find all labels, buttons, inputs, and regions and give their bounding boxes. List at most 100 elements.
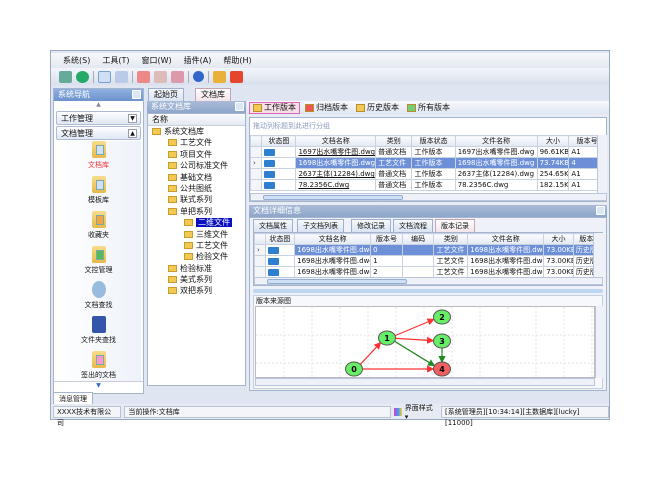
tree-item[interactable]: 基础文档 <box>148 172 245 183</box>
tree-item-label: 公共图纸 <box>180 183 212 193</box>
table-row[interactable]: 2637主体(12284).dwg 普通文档 工作版本 2637主体(12284).d… <box>250 168 597 180</box>
doc-red-icon[interactable] <box>137 70 150 83</box>
detail-tab[interactable]: 版本记录 <box>435 219 475 232</box>
work-version-button[interactable]: 工作版本 <box>249 101 300 114</box>
tree-item[interactable]: 美式系列 <box>148 274 245 285</box>
menu-window[interactable]: 窗口(W) <box>139 55 173 66</box>
graph-vscroll[interactable] <box>595 306 603 378</box>
tab-doc-library[interactable]: 文档库 <box>195 88 231 101</box>
connect-icon[interactable] <box>59 70 72 83</box>
tree-item[interactable]: 系统文档库 <box>148 126 245 137</box>
tree-item[interactable]: 单把系列 <box>148 206 245 217</box>
help-icon[interactable] <box>193 71 204 82</box>
tab-start-page[interactable]: 起始页 <box>148 88 184 101</box>
doc-x-icon[interactable] <box>171 70 184 83</box>
nav-item-doc-control[interactable]: 文控管理 <box>56 246 141 280</box>
nav-label: 模板库 <box>88 196 109 204</box>
nav-item-favorites[interactable]: 收藏夹 <box>56 211 141 245</box>
detail-tab[interactable]: 修改记录 <box>351 219 391 232</box>
column-header[interactable]: 文件名称 <box>454 135 538 147</box>
chevron-up-icon[interactable]: ▲ <box>128 129 137 138</box>
menu-system[interactable]: 系统(S) <box>61 55 92 66</box>
lock-icon[interactable] <box>213 70 226 83</box>
table-row[interactable]: 78.2356C.dwg普通文档工作版本78.2356C.dwg182.15KB… <box>250 179 597 191</box>
column-header[interactable]: 类别 <box>433 233 469 245</box>
pin-icon[interactable] <box>132 90 141 99</box>
tree-item[interactable]: 联式系列 <box>148 194 245 205</box>
table-row[interactable]: 1698出水嘴零件图.dwg 2 工艺文件 1698出水嘴零件图.dwg 73.00KB… <box>254 266 593 277</box>
tree-item[interactable]: 三维文件 <box>148 229 245 240</box>
column-header[interactable]: 状态图 <box>261 135 297 147</box>
tree-item[interactable]: 项目文件 <box>148 149 245 160</box>
window-icon[interactable] <box>98 70 111 83</box>
tree-column-header[interactable]: 名称 <box>148 114 245 126</box>
group-work[interactable]: 工作管理 ▼ <box>56 111 141 125</box>
tree-item[interactable]: 检验标准 <box>148 263 245 274</box>
history-version-button[interactable]: 历史版本 <box>353 102 402 114</box>
scroll-down-button[interactable]: ▼ <box>54 381 143 391</box>
table-row[interactable]: 1698出水嘴零件图.dwg 1 工艺文件 1698出水嘴零件图.dwg 73.00KB… <box>254 255 593 267</box>
style-dropdown[interactable]: 界面样式 ▾ <box>405 403 438 421</box>
group-docs[interactable]: 文档管理 ▲ <box>56 126 141 140</box>
column-header[interactable]: 版本状态 <box>572 233 593 245</box>
column-header[interactable]: 类别 <box>375 135 413 147</box>
detail-tab[interactable]: 子文档列表 <box>297 219 344 232</box>
table-row[interactable]: › 1698出水嘴零件图.dwg 0 工艺文件 1698出水嘴零件图.dwg 73.00K… <box>254 244 593 256</box>
tree-item[interactable]: 公共图纸 <box>148 183 245 194</box>
column-header[interactable]: 版本号 <box>370 233 403 245</box>
column-header[interactable]: 大小 <box>536 135 570 147</box>
table-row[interactable]: › 1698出水嘴零件图.dwg 工艺文件 工作版本 1698出水嘴零件图.dwg 73.… <box>250 157 597 169</box>
column-header[interactable]: 文件名称 <box>467 233 545 245</box>
cell: 1698出水嘴零件图.dwg <box>467 244 545 256</box>
version-grid-hscroll[interactable] <box>254 277 603 285</box>
folder-icon <box>168 287 177 295</box>
detail-tab[interactable]: 文档流程 <box>393 219 433 232</box>
cell: 普通文档 <box>375 179 413 191</box>
column-header[interactable]: 编码 <box>401 233 435 245</box>
graph-hscroll[interactable] <box>255 378 595 386</box>
menu-help[interactable]: 帮助(H) <box>221 55 253 66</box>
scroll-up-button[interactable]: ▲ <box>54 101 143 110</box>
chevron-down-icon[interactable]: ▼ <box>128 114 137 123</box>
globe-icon[interactable] <box>76 70 89 83</box>
pin-icon[interactable] <box>596 206 605 215</box>
table-row[interactable]: 1697出水嘴零件图.dwg 普通文档 工作版本 1697出水嘴零件图.dwg 96.6… <box>250 146 597 158</box>
nav-item-folder-search[interactable]: 文件夹查找 <box>56 316 141 350</box>
column-header[interactable]: 文档名称 <box>295 135 377 147</box>
folder-template-icon <box>91 176 106 193</box>
pin-icon[interactable] <box>235 102 244 111</box>
splitter[interactable] <box>253 289 603 293</box>
nav-item-doc-library[interactable]: 文档库 <box>56 141 141 175</box>
nav-item-templates[interactable]: 模板库 <box>56 176 141 210</box>
doc-grid-hscroll[interactable] <box>250 193 607 201</box>
doc-grid-vscroll[interactable] <box>597 135 607 193</box>
tree-item[interactable]: 双把系列 <box>148 285 245 296</box>
column-header[interactable]: 文档名称 <box>294 233 372 245</box>
layout-icon[interactable] <box>115 70 128 83</box>
power-icon[interactable] <box>230 70 243 83</box>
column-header[interactable]: 大小 <box>543 233 574 245</box>
nav-item-doc-search[interactable]: 文档查找 <box>56 281 141 315</box>
column-header[interactable]: 版本状态 <box>411 135 456 147</box>
version-grid-vscroll[interactable] <box>593 233 603 277</box>
doc-check-icon[interactable] <box>154 70 167 83</box>
row-indicator: › <box>250 157 263 169</box>
all-versions-button[interactable]: 所有版本 <box>404 102 453 114</box>
nav-item-checked-out[interactable]: 签出的文档 <box>56 351 141 385</box>
tree-panel: 系统文档库 名称 系统文档库 工艺文件 项目文件 公司标准文件 基础文档 公共图纸 联式系列… <box>147 101 246 386</box>
menu-tools[interactable]: 工具(T) <box>100 55 131 66</box>
tree-item[interactable]: 工艺文件 <box>148 137 245 148</box>
tree-item[interactable]: 公司标准文件 <box>148 160 245 171</box>
archive-version-button[interactable]: 归档版本 <box>302 102 351 114</box>
column-header[interactable]: 状态图 <box>264 233 296 245</box>
menu-plugins[interactable]: 插件(A) <box>182 55 214 66</box>
tree-item[interactable]: 工艺文件 <box>148 240 245 251</box>
column-header[interactable]: 版本号 <box>568 135 597 147</box>
version-grid-panel: 状态图文档名称版本号编码类别文件名称大小版本状态›1698出水嘴零件图.dwg0… <box>253 232 603 286</box>
tree-item[interactable]: 二维文件 <box>148 217 245 228</box>
graph-node-label: 4 <box>439 365 445 374</box>
menu-bar: 系统(S) 工具(T) 窗口(W) 插件(A) 帮助(H) <box>51 53 609 68</box>
detail-tab[interactable]: 文档属性 <box>253 219 293 232</box>
tree-item[interactable]: 检验文件 <box>148 251 245 262</box>
nav-label: 文档查找 <box>84 301 113 309</box>
